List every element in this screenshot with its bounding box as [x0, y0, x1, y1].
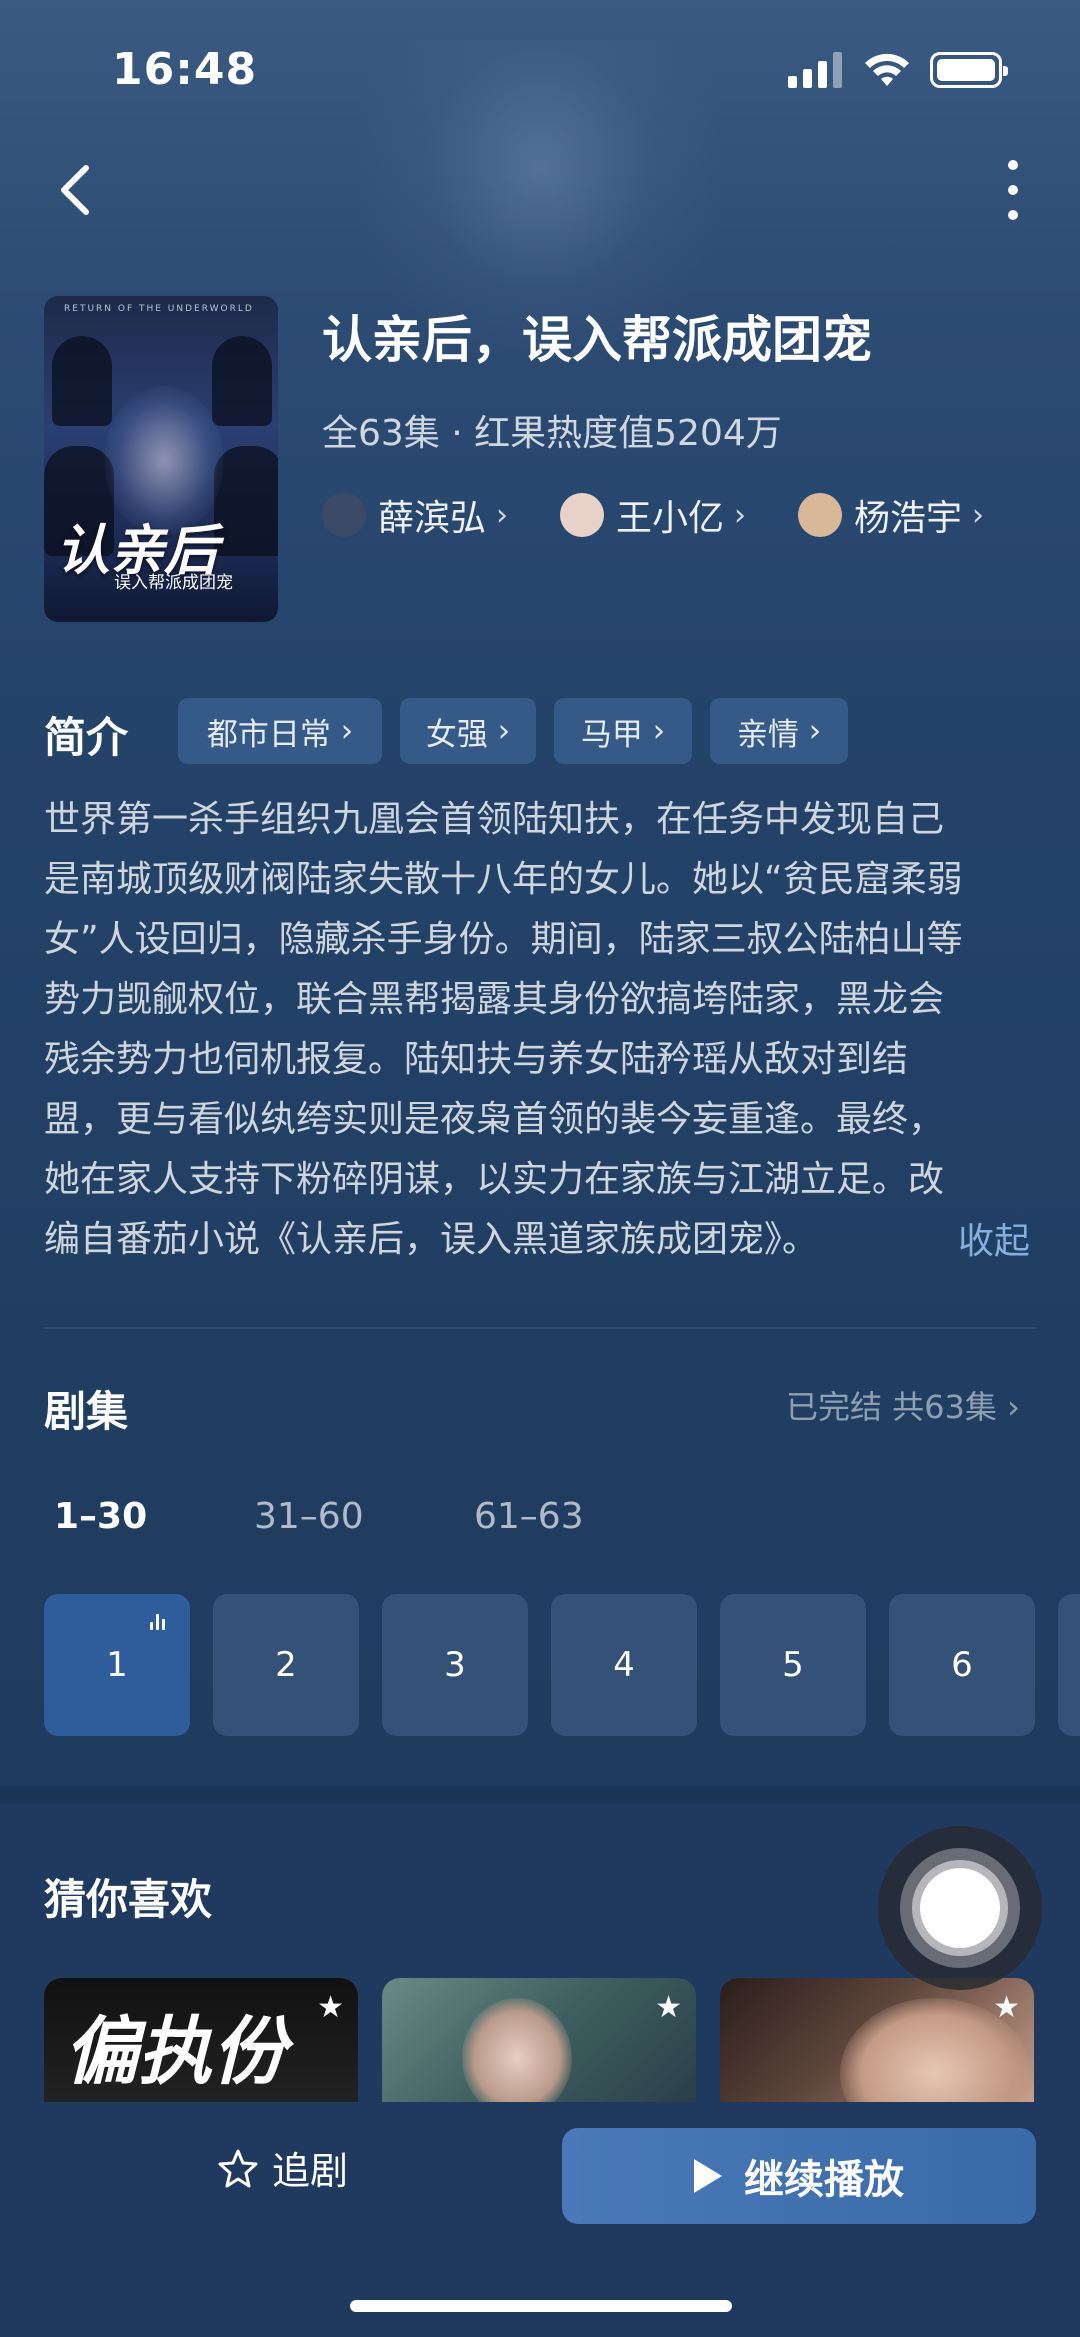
recommend-card-3[interactable]: ★ — [720, 1978, 1034, 2102]
more-options-icon[interactable] — [998, 158, 1028, 222]
poster-subtitle: 误入帮派成团宠 — [114, 573, 233, 593]
episodes-status-link[interactable]: 已完结 共63集 › — [786, 1382, 1020, 1428]
cast-name: 王小亿 — [616, 498, 725, 539]
synopsis-line: 她在家人支持下粉碎阴谋，以实力在家族与江湖立足。改 — [44, 1159, 945, 1200]
episode-button-5[interactable]: 5 — [720, 1594, 866, 1736]
avatar — [322, 493, 366, 537]
cast-member-1[interactable]: 薛滨弘 › — [322, 490, 508, 540]
star-icon[interactable]: ★ — [317, 1990, 344, 2025]
cast-member-3[interactable]: 杨浩宇 › — [798, 490, 984, 540]
follow-button[interactable]: 追剧 — [218, 2140, 348, 2195]
range-tab-2[interactable]: 31–60 — [254, 1496, 364, 1537]
recommend-label: 猜你喜欢 — [44, 1875, 213, 1924]
playing-indicator-icon — [150, 1612, 172, 1630]
episode-button-6[interactable]: 6 — [889, 1594, 1035, 1736]
episode-button-4[interactable]: 4 — [551, 1594, 697, 1736]
synopsis-line: 是南城顶级财阀陆家失散十八年的女儿。她以“贫民窟柔弱 — [44, 859, 963, 900]
episode-button-1[interactable]: 1 — [44, 1594, 190, 1736]
recommend-card-1[interactable]: 偏执份 ★ — [44, 1978, 358, 2102]
assistive-touch-button[interactable] — [878, 1826, 1042, 1990]
synopsis-line: 盟，更与看似纨绔实则是夜枭首领的裴今妄重逢。最终， — [44, 1099, 945, 1140]
cast-name: 薛滨弘 — [378, 498, 487, 539]
chevron-right-icon: › — [496, 497, 509, 533]
star-icon[interactable]: ★ — [655, 1990, 682, 2025]
episodes-label: 剧集 — [44, 1387, 129, 1436]
tag-family[interactable]: 亲情 › — [710, 698, 848, 764]
star-outline-icon — [218, 2149, 258, 2187]
tag-strong-female[interactable]: 女强 › — [400, 698, 536, 764]
range-tab-1[interactable]: 1–30 — [54, 1496, 147, 1537]
recommend-card-2[interactable]: ★ — [382, 1978, 696, 2102]
tag-urban[interactable]: 都市日常 › — [178, 698, 382, 764]
signal-icon — [788, 52, 844, 88]
poster-top-text: RETURN OF THE UNDERWORLD — [64, 304, 254, 314]
range-tab-3[interactable]: 61–63 — [474, 1496, 584, 1537]
cast-name: 杨浩宇 — [854, 498, 963, 539]
synopsis-line: 势力觊觎权位，联合黑帮揭露其身份欲搞垮陆家，黑龙会 — [44, 979, 945, 1020]
status-time: 16:48 — [112, 44, 258, 95]
synopsis-line: 编自番茄小说《认亲后，误入黑道家族成团宠》。 — [44, 1219, 819, 1260]
section-separator — [0, 1786, 1080, 1804]
chevron-right-icon: › — [734, 497, 747, 533]
episode-button-3[interactable]: 3 — [382, 1594, 528, 1736]
back-icon[interactable] — [48, 160, 108, 220]
episode-button-2[interactable]: 2 — [213, 1594, 359, 1736]
synopsis-label: 简介 — [44, 713, 129, 762]
recommend-poster-text: 偏执份 — [64, 2009, 286, 2095]
synopsis-line: 残余势力也伺机报复。陆知扶与养女陆矜瑶从敌对到结 — [44, 1039, 909, 1080]
drama-poster: RETURN OF THE UNDERWORLD 认亲后 误入帮派成团宠 — [44, 296, 278, 622]
star-icon[interactable]: ★ — [993, 1990, 1020, 2025]
synopsis-line: 世界第一杀手组织九凰会首领陆知扶，在任务中发现自己 — [44, 799, 945, 840]
wifi-icon — [865, 53, 909, 86]
synopsis-line: 女”人设回归，隐藏杀手身份。期间，陆家三叔公陆柏山等 — [44, 919, 963, 960]
avatar — [798, 493, 842, 537]
battery-icon — [930, 52, 1008, 88]
home-indicator[interactable] — [350, 2300, 732, 2312]
avatar — [560, 493, 604, 537]
cast-member-2[interactable]: 王小亿 › — [560, 490, 746, 540]
episode-button-next[interactable] — [1058, 1594, 1080, 1736]
divider — [44, 1327, 1036, 1329]
synopsis-text: 世界第一杀手组织九凰会首领陆知扶，在任务中发现自己 是南城顶级财阀陆家失散十八年… — [44, 790, 1036, 1270]
continue-play-button[interactable]: 继续播放 — [562, 2128, 1036, 2224]
collapse-button[interactable]: 收起 — [958, 1212, 1030, 1264]
status-bar: 16:48 — [0, 0, 1080, 140]
tag-hidden-identity[interactable]: 马甲 › — [554, 698, 692, 764]
chevron-right-icon: › — [972, 497, 985, 533]
drama-meta: 全63集 · 红果热度值5204万 — [322, 413, 782, 454]
drama-title: 认亲后，误入帮派成团宠 — [322, 311, 872, 369]
play-icon — [694, 2159, 722, 2193]
